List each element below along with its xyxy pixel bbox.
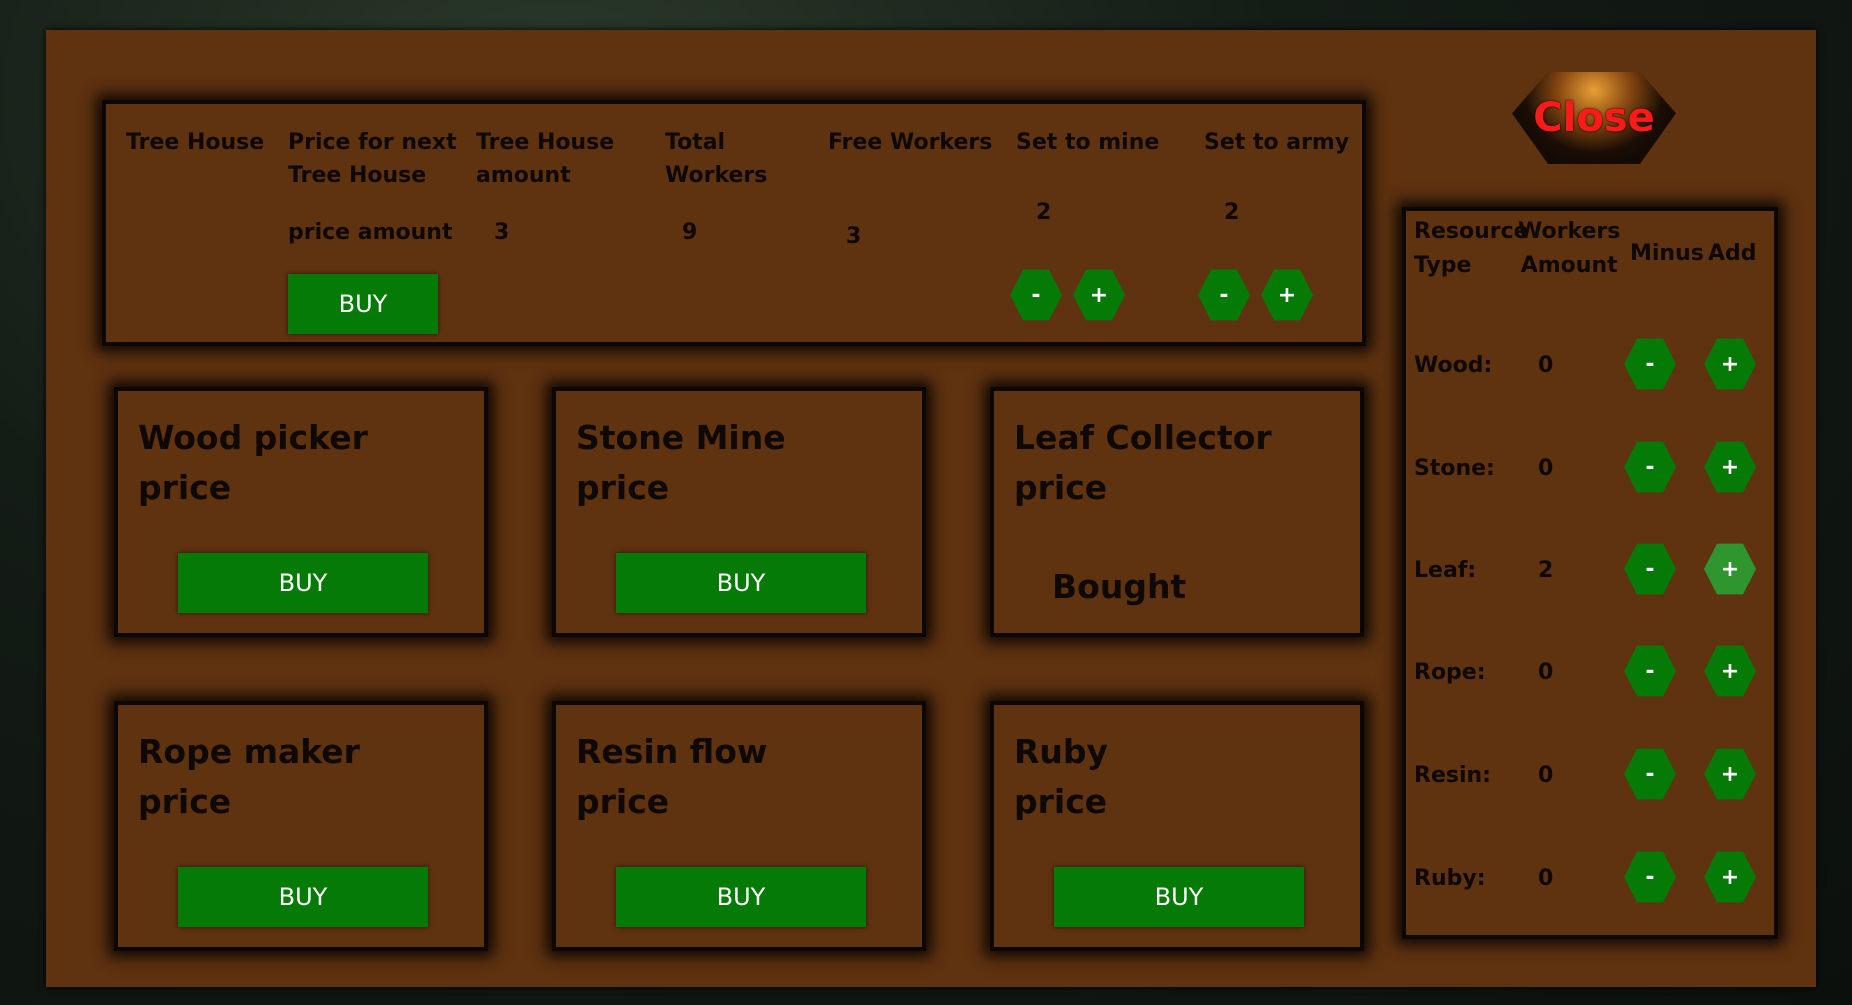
resource-amount-stone: 0	[1538, 456, 1554, 481]
buy-wood-picker-button[interactable]: BUY	[178, 553, 428, 613]
leaf-add-button[interactable]: +	[1704, 543, 1756, 595]
wood-minus-button[interactable]: -	[1624, 338, 1676, 390]
buy-resin-flow-button[interactable]: BUY	[616, 867, 866, 927]
set-to-mine-value: 2	[1036, 200, 1052, 225]
header-treehouse-amount: Tree House amount	[476, 130, 615, 188]
rope-add-button[interactable]: +	[1704, 645, 1756, 697]
header-price-next: Price for next Tree House	[288, 130, 457, 188]
buy-ruby-button[interactable]: BUY	[1054, 867, 1304, 927]
card-leaf-collector: Leaf Collector price Bought	[990, 387, 1364, 637]
card-price: price	[576, 468, 670, 507]
mine-minus-button[interactable]: -	[1010, 269, 1062, 321]
header-set-to-mine: Set to mine	[1016, 130, 1160, 155]
resource-label-resin: Resin:	[1414, 763, 1491, 788]
ruby-minus-button[interactable]: -	[1624, 851, 1676, 903]
resource-workers-panel: Resource Type Workers Amount Minus Add W…	[1402, 207, 1778, 939]
header-total-workers: Total Workers	[665, 130, 768, 188]
mine-plus-button[interactable]: +	[1073, 269, 1125, 321]
stone-minus-button[interactable]: -	[1624, 441, 1676, 493]
header-free-workers: Free Workers	[828, 130, 993, 155]
resource-amount-resin: 0	[1538, 763, 1554, 788]
resource-label-ruby: Ruby:	[1414, 866, 1486, 891]
close-label: Close	[1533, 95, 1655, 141]
resin-add-button[interactable]: +	[1704, 748, 1756, 800]
ruby-add-button[interactable]: +	[1704, 851, 1756, 903]
card-price: price	[1014, 782, 1108, 821]
card-title: Leaf Collector	[1014, 418, 1272, 457]
card-title: Stone Mine	[576, 418, 786, 457]
card-resin-flow: Resin flow price BUY	[552, 701, 926, 951]
resin-minus-button[interactable]: -	[1624, 748, 1676, 800]
buy-stone-mine-button[interactable]: BUY	[616, 553, 866, 613]
rope-minus-button[interactable]: -	[1624, 645, 1676, 697]
card-wood-picker: Wood picker price BUY	[114, 387, 488, 637]
header-workers-amount: Workers Amount	[1518, 219, 1621, 278]
wood-add-button[interactable]: +	[1704, 338, 1756, 390]
leaf-minus-button[interactable]: -	[1624, 543, 1676, 595]
treehouse-amount-value: 3	[494, 220, 510, 245]
header-resource-type: Resource Type	[1414, 219, 1529, 278]
resource-amount-rope: 0	[1538, 660, 1554, 685]
treehouse-panel: Tree House Price for next Tree House Tre…	[102, 100, 1366, 346]
resource-amount-ruby: 0	[1538, 866, 1554, 891]
card-price: price	[576, 782, 670, 821]
resource-amount-leaf: 2	[1538, 558, 1554, 583]
resource-label-leaf: Leaf:	[1414, 558, 1477, 583]
bought-status: Bought	[1052, 567, 1187, 606]
army-minus-button[interactable]: -	[1198, 269, 1250, 321]
card-title: Rope maker	[138, 732, 360, 771]
stone-add-button[interactable]: +	[1704, 441, 1756, 493]
price-amount: price amount	[288, 220, 453, 245]
total-workers-value: 9	[682, 220, 698, 245]
free-workers-value: 3	[846, 224, 862, 249]
card-title: Ruby	[1014, 732, 1109, 771]
buy-treehouse-button[interactable]: BUY	[288, 274, 438, 334]
card-ruby: Ruby price BUY	[990, 701, 1364, 951]
card-price: price	[138, 468, 232, 507]
card-rope-maker: Rope maker price BUY	[114, 701, 488, 951]
army-plus-button[interactable]: +	[1261, 269, 1313, 321]
card-stone-mine: Stone Mine price BUY	[552, 387, 926, 637]
resource-label-stone: Stone:	[1414, 456, 1495, 481]
header-tree-house: Tree House	[126, 130, 265, 155]
card-price: price	[138, 782, 232, 821]
card-title: Wood picker	[138, 418, 368, 457]
card-price: price	[1014, 468, 1108, 507]
set-to-army-value: 2	[1224, 200, 1240, 225]
header-set-to-army: Set to army	[1204, 130, 1350, 155]
resource-label-wood: Wood:	[1414, 353, 1493, 378]
resource-label-rope: Rope:	[1414, 660, 1486, 685]
header-minus: Minus	[1630, 241, 1704, 266]
card-title: Resin flow	[576, 732, 768, 771]
resource-amount-wood: 0	[1538, 353, 1554, 378]
header-add: Add	[1708, 241, 1757, 266]
buy-rope-maker-button[interactable]: BUY	[178, 867, 428, 927]
